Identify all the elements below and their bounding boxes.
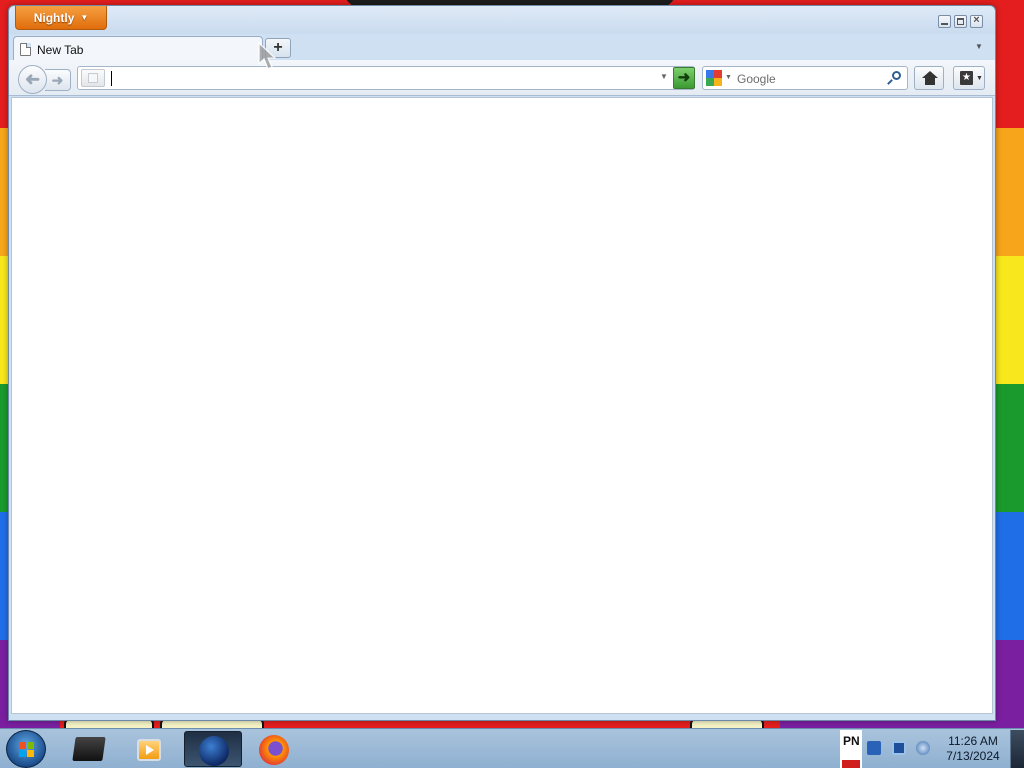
url-input[interactable] [110,69,660,87]
browser-window: Nightly ▼ × New Tab + ▼ ➜ ➜ ▼ ➜ ▼ Google… [8,5,996,721]
bookmarks-button[interactable]: ★ ▼ [953,66,985,90]
tab-title: New Tab [37,42,84,57]
explorer-icon [72,737,106,761]
language-flag-icon [842,760,860,768]
show-desktop-button[interactable] [1010,730,1024,768]
home-icon-body [925,78,935,85]
nightly-icon [199,736,229,766]
go-button[interactable]: ➜ [673,67,695,89]
chevron-down-icon: ▼ [975,42,983,51]
taskbar-explorer-button[interactable] [60,731,118,767]
blank-page-icon [20,43,31,56]
tray-display-icon[interactable] [892,741,906,755]
page-content-area[interactable] [11,97,993,714]
dropdown-caret-icon[interactable]: ▼ [725,74,732,81]
tray-volume-icon[interactable] [916,741,930,755]
text-caret [111,71,112,86]
search-input[interactable] [737,70,882,88]
windows-logo-red [19,742,26,749]
google-icon-yellow [714,78,722,86]
bookmarks-icon: ★ [960,71,973,85]
minimize-icon [941,23,948,25]
url-bar[interactable]: ▼ [77,66,695,90]
url-history-dropdown[interactable]: ▼ [660,72,668,81]
windows-logo-blue [19,750,26,757]
google-icon-blue [706,70,714,78]
blank-page-icon [88,73,98,83]
app-menu-label: Nightly [33,10,75,25]
taskbar-media-player-button[interactable] [121,731,179,767]
navigation-toolbar: ➜ ➜ ▼ ➜ ▼ ★ [9,60,995,96]
forward-arrow-icon: ➜ [51,72,64,88]
home-button[interactable] [914,66,944,90]
tab-list-button[interactable]: ▼ [975,42,983,51]
back-button[interactable]: ➜ [18,65,47,94]
google-icon-green [706,78,714,86]
forward-button[interactable]: ➜ [45,69,71,91]
site-identity-button[interactable] [81,69,105,87]
firefox-icon [259,735,289,765]
back-arrow-icon: ➜ [24,69,41,89]
windows-logo-icon [19,742,35,758]
app-menu-button[interactable]: Nightly ▼ [15,6,107,30]
title-bar[interactable]: Nightly ▼ × [9,6,995,34]
taskbar: PN 11:26 AM 7/13/2024 [0,728,1024,768]
magnifier-icon [892,71,901,80]
maximize-button[interactable] [954,15,967,28]
dropdown-caret-icon: ▼ [976,75,983,82]
dropdown-caret-icon: ▼ [660,72,668,81]
tray-network-icon[interactable] [867,741,881,755]
maximize-icon [957,18,964,25]
windows-logo-yellow [27,750,34,757]
search-bar[interactable]: ▼ [702,66,908,90]
close-button[interactable]: × [970,14,983,28]
magnifier-handle [887,79,893,85]
search-button[interactable] [887,70,903,86]
windows-logo-green [27,742,34,749]
system-clock[interactable]: 11:26 AM 7/13/2024 [938,734,1008,764]
google-icon-red [714,70,722,78]
google-icon[interactable] [706,70,722,86]
tab-new-tab[interactable]: New Tab [13,36,263,62]
language-indicator[interactable]: PN [840,730,862,768]
language-label: PN [843,734,860,748]
clock-date: 7/13/2024 [946,749,1000,763]
tab-strip: New Tab + ▼ [9,34,995,62]
clock-time: 11:26 AM [948,734,998,748]
start-button[interactable] [6,730,46,768]
minimize-button[interactable] [938,15,951,28]
taskbar-nightly-button[interactable] [184,731,242,767]
media-player-icon [137,739,161,761]
taskbar-firefox-button[interactable] [246,731,304,767]
home-icon [922,71,938,78]
close-icon: × [973,14,980,26]
go-arrow-icon: ➜ [677,69,691,86]
dropdown-caret-icon: ▼ [80,13,89,22]
